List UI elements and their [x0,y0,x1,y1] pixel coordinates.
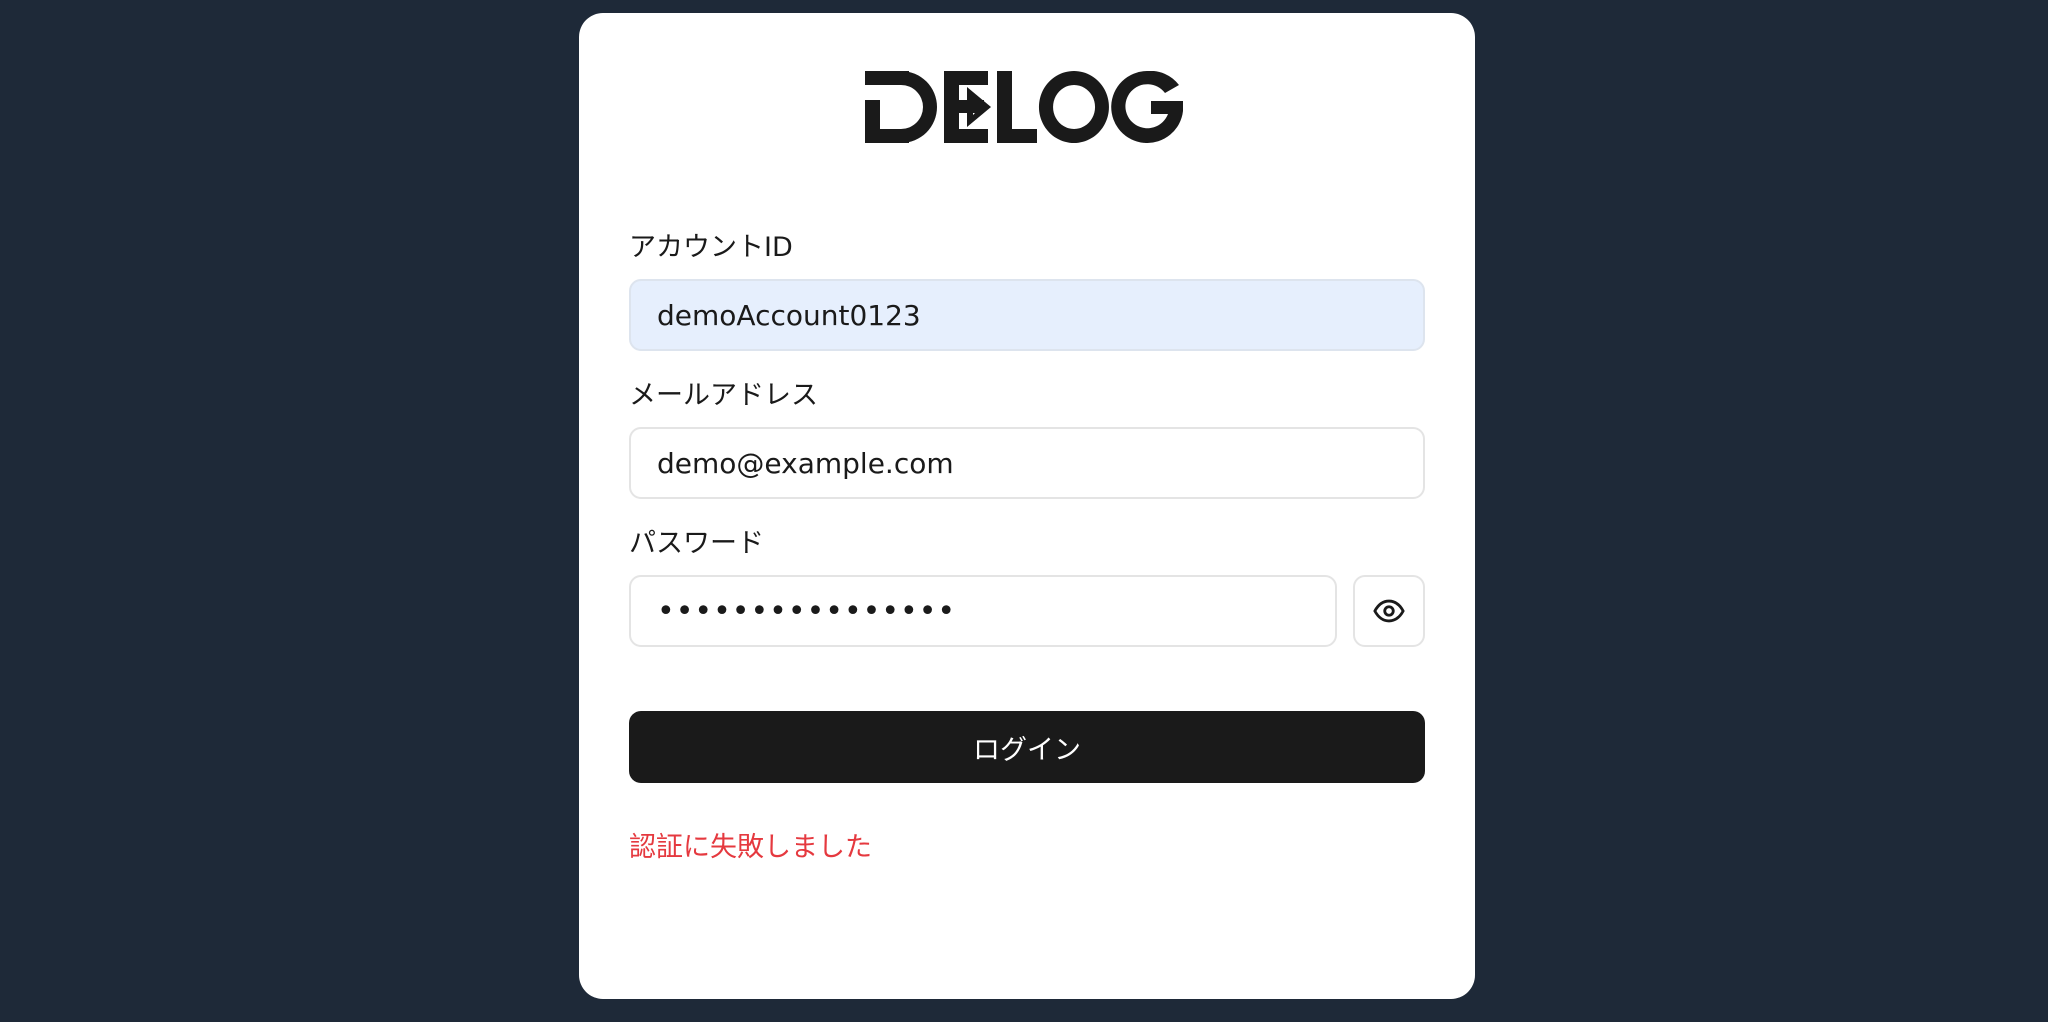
login-card: アカウントID demoAccount0123 メールアドレス demo@exa… [579,13,1475,999]
account-id-label: アカウントID [629,232,793,263]
account-id-input[interactable]: demoAccount0123 [629,279,1425,351]
error-message: 認証に失敗しました [629,832,872,863]
email-input[interactable]: demo@example.com [629,427,1425,499]
password-label: パスワード [629,528,764,559]
brand-logo [865,71,1183,143]
password-input[interactable]: •••••••••••••••• [629,575,1337,647]
toggle-password-visibility-button[interactable] [1353,575,1425,647]
email-label: メールアドレス [629,380,818,411]
eye-icon [1373,599,1405,623]
login-button[interactable]: ログイン [629,711,1425,783]
